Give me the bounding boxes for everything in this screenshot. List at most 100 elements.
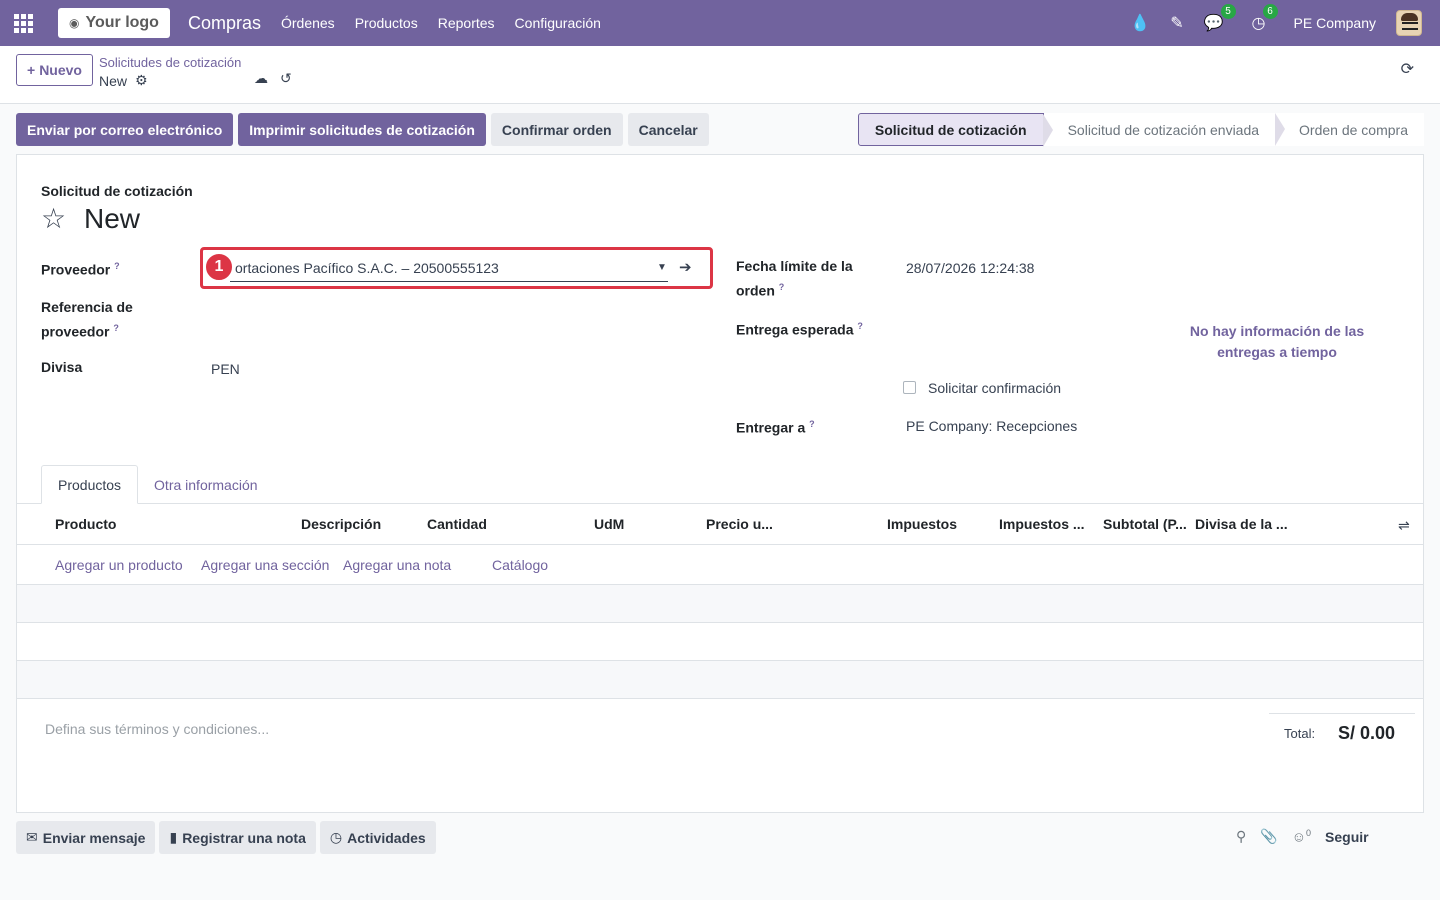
on-time-info-line1: No hay información de las [1189,323,1365,339]
discard-icon[interactable]: ↺ [280,70,292,87]
stage-rfq-label: Solicitud de cotización [874,121,1027,138]
menu-item-ordenes[interactable]: Órdenes [281,15,335,31]
currency-value[interactable]: PEN [211,361,240,377]
on-time-info-line2: entregas a tiempo [1217,344,1337,360]
deadline-label-line1: Fecha límite de la [736,258,853,274]
cloud-upload-icon[interactable]: ☁ [254,70,268,87]
activities-button[interactable]: ◷ Actividades [319,821,436,854]
deliver-to-label: Entregar a ? [736,414,815,439]
breadcrumb-current: New ⚙ [99,72,148,89]
tab-other-info[interactable]: Otra información [138,465,273,504]
add-section-link[interactable]: Agregar una sección [201,557,329,573]
menu-item-configuracion[interactable]: Configuración [515,15,601,31]
vendor-label-text: Proveedor [41,261,111,278]
apps-menu-button[interactable] [0,0,46,46]
add-product-link[interactable]: Agregar un producto [55,557,183,573]
stage-rfq-sent-label: Solicitud de cotización enviada [1067,121,1260,138]
cancel-button[interactable]: Cancelar [627,113,709,146]
app-name[interactable]: Compras [188,13,261,34]
stage-arrow [1275,113,1286,146]
chatter-actions: ✉ Enviar mensaje ▮ Registrar una nota ◷ … [16,821,436,854]
deliver-to-label-text: Entregar a [736,419,806,436]
new-button-label: Nuevo [39,62,82,78]
print-rfq-button[interactable]: Imprimir solicitudes de cotización [238,113,486,146]
new-button[interactable]: + Nuevo [16,54,93,86]
followers-count: 0 [1306,828,1312,839]
column-taxes-2[interactable]: Impuestos ... [999,516,1085,532]
column-description[interactable]: Descripción [301,516,381,532]
vendor-ref-label: Referencia de proveedor ? [41,297,133,343]
company-logo[interactable]: ◉ Your logo [58,8,170,38]
catalog-link[interactable]: Catálogo [492,557,548,573]
messages-icon[interactable]: 💬 5 [1204,4,1236,33]
help-icon[interactable]: ? [857,321,863,331]
add-note-link[interactable]: Agregar una nota [343,557,451,573]
help-icon[interactable]: ? [113,323,119,333]
user-avatar[interactable] [1396,10,1422,36]
chatter-topbar-right: ⚲ 📎 ☺0 Seguir [1236,828,1369,845]
company-switcher[interactable]: PE Company [1294,15,1376,31]
deadline-label-line2: orden [736,282,775,299]
star-icon[interactable]: ☆ [41,202,66,235]
gear-icon[interactable]: ⚙ [135,72,148,89]
tab-products[interactable]: Productos [41,465,139,504]
ask-confirmation-checkbox[interactable] [903,381,916,394]
column-settings-icon[interactable]: ⇌ [1398,517,1410,534]
send-message-button[interactable]: ✉ Enviar mensaje [16,821,156,854]
envelope-icon: ✉ [26,829,38,845]
column-currency[interactable]: Divisa de la ... [1195,516,1288,532]
confirm-order-button[interactable]: Confirmar orden [490,113,623,146]
help-icon[interactable]: ? [114,261,120,271]
arrow-right-icon[interactable]: ➔ [679,258,692,276]
terms-input[interactable]: Defina sus términos y condiciones... [45,721,269,737]
stage-purchase-order-label: Orden de compra [1299,121,1408,138]
refresh-icon[interactable]: ⟳ [1401,59,1414,79]
stage-rfq[interactable]: Solicitud de cotización [857,113,1053,147]
on-time-info[interactable]: No hay información de las entregas a tie… [1182,321,1372,363]
stage-purchase-order[interactable]: Orden de compra [1275,113,1424,146]
drop-icon[interactable]: 💧 [1130,13,1150,33]
ask-confirmation-label[interactable]: Solicitar confirmación [928,380,1061,396]
search-icon[interactable]: ⚲ [1236,828,1246,845]
log-note-label: Registrar una nota [182,829,306,846]
column-taxes[interactable]: Impuestos [887,516,957,532]
clock-icon: ◷ [329,829,343,845]
vendor-input-value: ortaciones Pacífico S.A.C. – 20500555123 [235,260,499,276]
paperclip-icon[interactable]: 📎 [1260,828,1277,845]
top-navbar: ◉ Your logo Compras Órdenes Productos Re… [0,0,1440,46]
column-unit-price[interactable]: Precio u... [706,516,773,532]
menu-item-productos[interactable]: Productos [355,15,418,31]
vendor-ref-label-line1: Referencia de [41,299,133,315]
followers-button[interactable]: ☺0 [1292,828,1311,845]
table-header-divider [17,544,1423,545]
help-icon[interactable]: ? [809,419,815,429]
column-quantity[interactable]: Cantidad [427,516,487,532]
help-icon[interactable]: ? [779,282,785,292]
chevron-down-icon[interactable]: ▼ [657,262,667,273]
edit-icon[interactable]: ✎ [1170,13,1183,33]
status-bar: Solicitud de cotización Solicitud de cot… [857,113,1424,147]
activities-icon[interactable]: ◷ 6 [1252,4,1278,33]
send-email-button[interactable]: Enviar por correo electrónico [16,113,234,146]
deadline-value[interactable]: 28/07/2026 12:24:38 [906,260,1034,276]
activities-badge: 6 [1262,4,1278,19]
vendor-input[interactable]: ortaciones Pacífico S.A.C. – 20500555123 [230,260,668,282]
table-row-divider [17,698,1423,699]
menu-item-reportes[interactable]: Reportes [438,15,495,31]
breadcrumb-parent[interactable]: Solicitudes de cotización [99,55,241,70]
record-title: New [84,203,141,234]
total-label: Total: [1284,726,1316,741]
stage-rfq-sent[interactable]: Solicitud de cotización enviada [1043,113,1286,146]
follow-button[interactable]: Seguir [1325,829,1369,845]
column-product[interactable]: Producto [55,516,116,532]
column-subtotal[interactable]: Subtotal (P... [1103,516,1187,532]
deliver-to-value[interactable]: PE Company: Recepciones [906,418,1077,434]
column-uom[interactable]: UdM [594,516,624,532]
notebook-tabs: Productos Otra información [41,465,274,504]
log-note-button[interactable]: ▮ Registrar una nota [159,821,316,854]
total-value: S/ 0.00 [1338,723,1396,743]
messages-badge: 5 [1220,4,1236,19]
logo-text: Your logo [85,14,159,31]
note-icon: ▮ [169,829,178,845]
currency-label: Divisa [41,359,83,375]
